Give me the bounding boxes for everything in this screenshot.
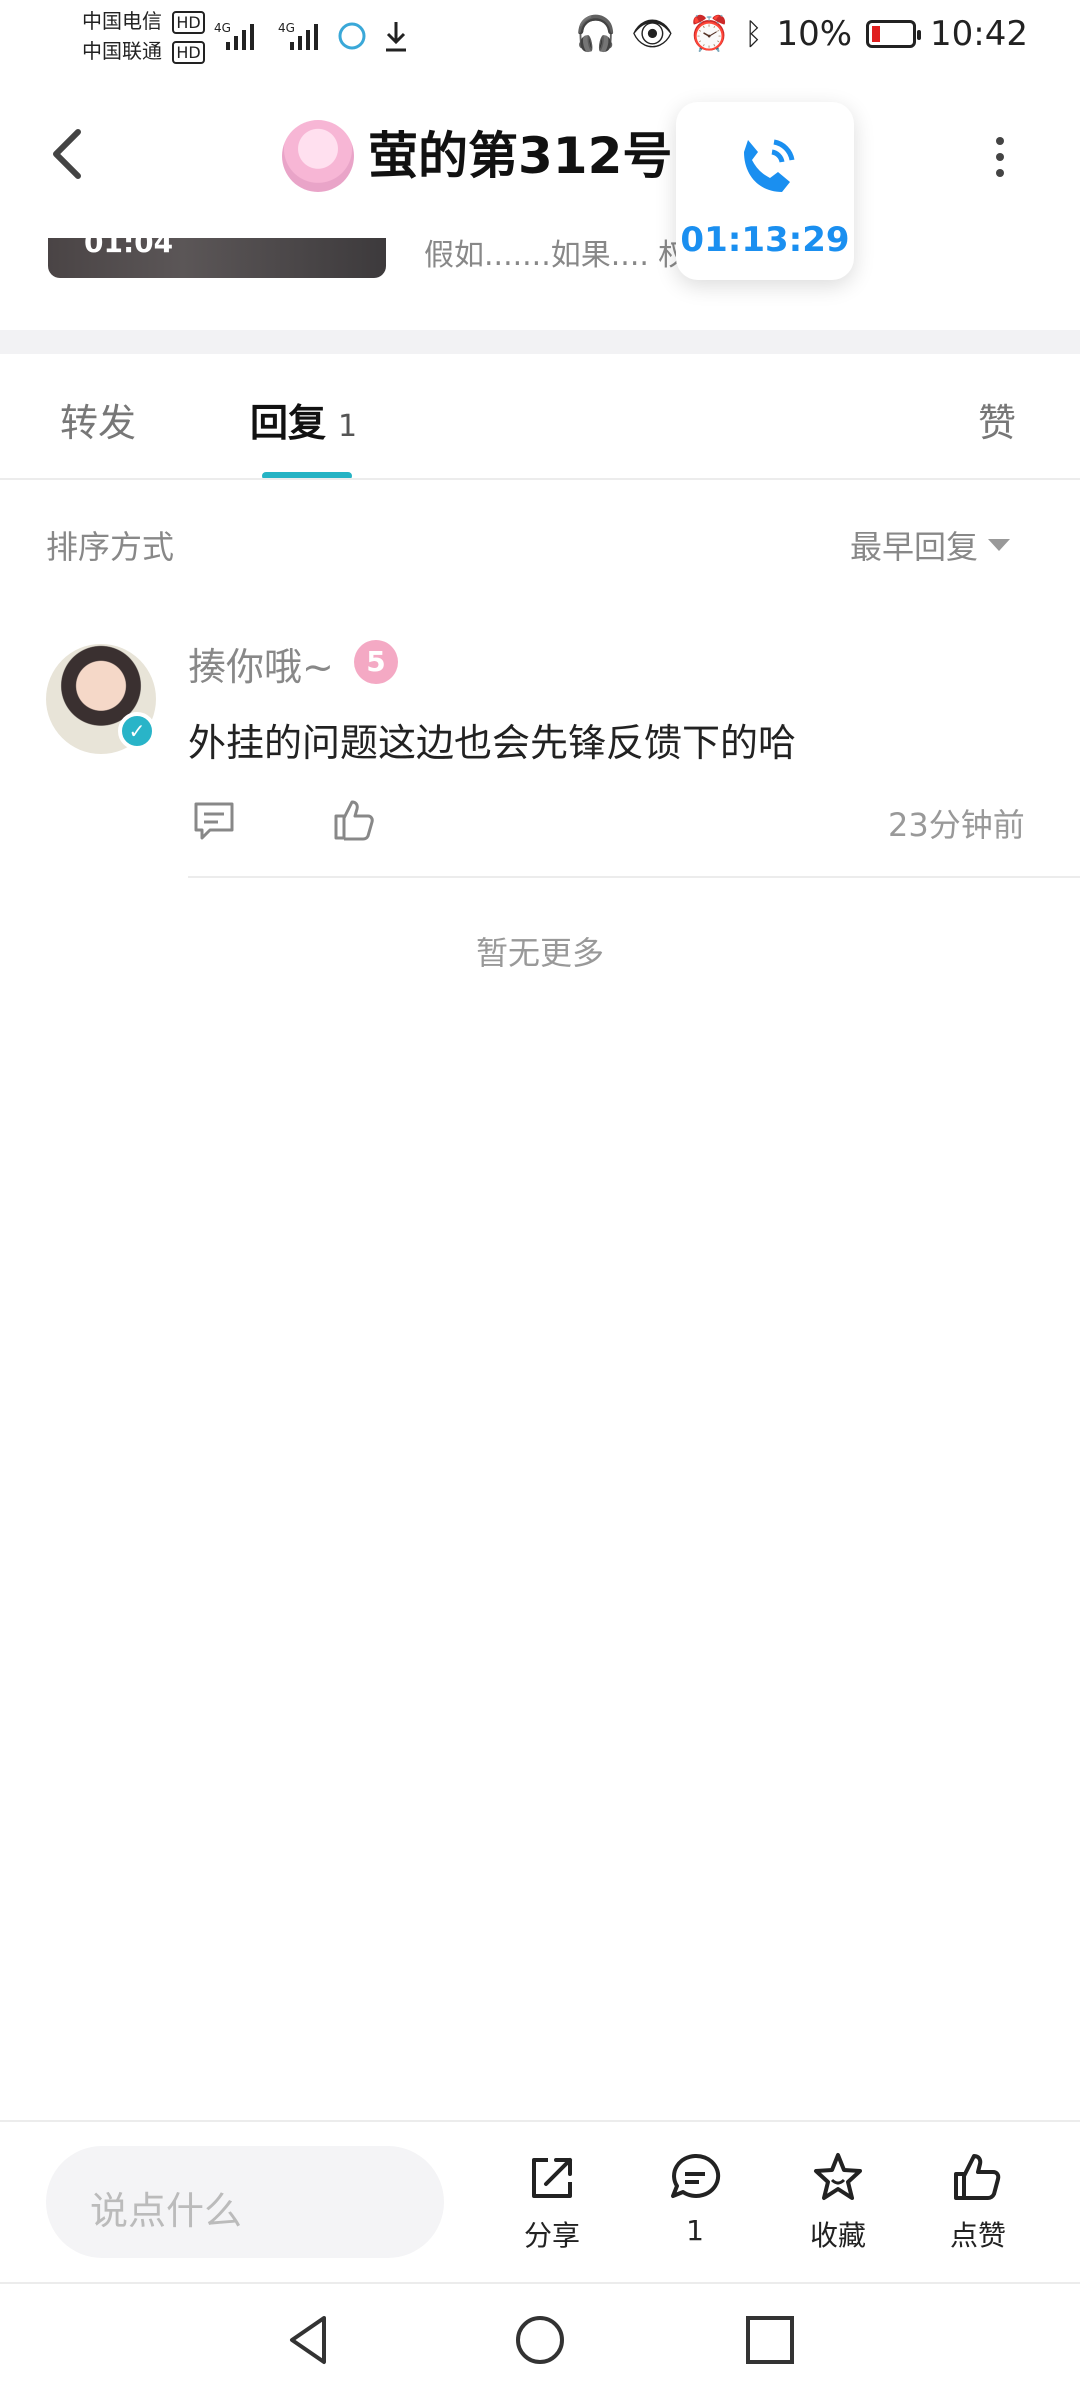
comment-input-placeholder: 说点什么 [90,2189,243,2233]
like-icon[interactable] [330,796,378,844]
tab-replies[interactable]: 回复 1 [250,392,357,447]
post-snippet[interactable]: 假如.......如果.... 权 [424,230,688,274]
tabs-divider [0,478,1080,480]
tab-likes-label: 赞 [978,401,1017,445]
carrier-2-label: 中国联通 [82,39,162,63]
comment-username[interactable]: 揍你哦~ [188,636,334,691]
nav-recents-icon[interactable] [740,2310,800,2370]
eye-icon: 👁 [630,14,675,54]
like-label: 点赞 [949,2219,1006,2252]
section-divider [0,330,1080,354]
page-title: 萤的第312号 [368,127,673,185]
comment-count: 1 [686,2214,704,2247]
comment-time: 23分钟前 [888,806,1025,844]
star-icon [814,2153,862,2200]
battery-icon [866,20,922,48]
comment-text[interactable]: 外挂的问题这边也会先锋反馈下的哈 [188,712,796,767]
tab-replies-count: 1 [338,409,358,444]
bluetooth-icon: ᛒ [744,16,763,52]
comment-button[interactable]: 1 [645,2150,745,2247]
chevron-down-icon [988,539,1011,551]
nav-back-icon[interactable] [280,2310,340,2370]
carrier-1: 中国电信 HD [82,8,205,36]
reply-icon[interactable] [190,796,238,844]
tab-likes[interactable]: 赞 [978,392,1016,447]
no-more-text: 暂无更多 [475,934,604,972]
sort-dropdown[interactable]: 最早回复 [850,522,1011,568]
headphone-icon: 🎧 [574,14,617,54]
alarm-icon: ⏰ [688,14,731,54]
level-badge: 5 [354,640,398,684]
tab-replies-label: 回复 [250,401,327,445]
favorite-button[interactable]: 收藏 [788,2150,888,2254]
signal-icons: 4G 4G [214,21,406,52]
comment-divider [188,876,1080,878]
share-icon [532,2158,572,2198]
sort-value: 最早回复 [850,528,979,566]
nav-divider [0,2282,1080,2284]
verified-icon: ✓ [118,712,156,750]
favorite-label: 收藏 [809,2219,866,2252]
video-duration: 01:04 [84,226,174,259]
carrier-2: 中国联通 HD [82,38,205,66]
battery-percent: 10% [776,14,853,54]
carrier-1-label: 中国电信 [82,9,162,33]
call-widget[interactable]: 01:13:29 [676,102,854,280]
comment-icon [671,2153,721,2198]
clock: 10:42 [930,14,1028,54]
share-label: 分享 [523,2219,580,2252]
call-duration: 01:13:29 [680,220,850,260]
status-right: 🎧 👁 ⏰ ᛒ 10% 10:42 [575,14,1028,54]
tab-forward-label: 转发 [60,401,137,445]
tab-forward[interactable]: 转发 [60,392,136,447]
svg-text:4G: 4G [214,21,231,35]
author-avatar[interactable] [282,120,354,192]
share-button[interactable]: 分享 [502,2150,602,2254]
bottom-bar-divider [0,2120,1080,2122]
phone-icon [744,139,795,192]
nav-home-icon[interactable] [510,2310,570,2370]
more-icon[interactable] [990,135,1010,181]
comment-input[interactable]: 说点什么 [46,2146,444,2258]
like-button[interactable]: 点赞 [928,2150,1028,2254]
back-icon[interactable] [40,118,96,190]
svg-text:4G: 4G [278,21,295,35]
sort-label: 排序方式 [46,528,175,566]
thumbs-up-icon [954,2154,1001,2200]
